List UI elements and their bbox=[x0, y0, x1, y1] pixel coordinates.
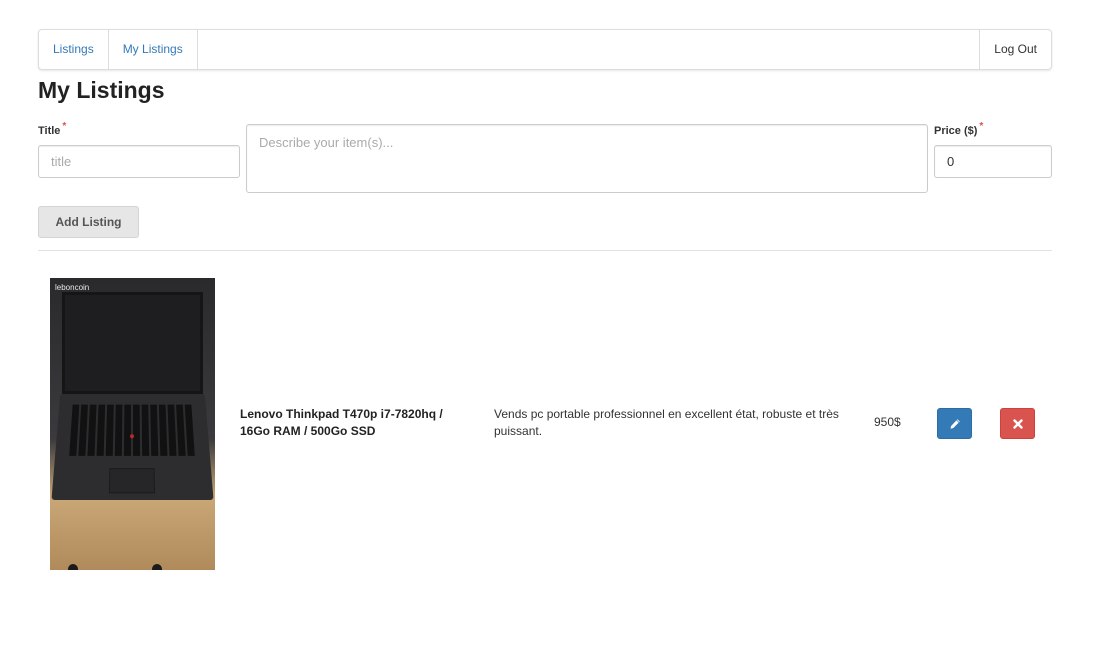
nav-link-my-listings[interactable]: My Listings bbox=[109, 30, 198, 69]
title-label: Title bbox=[38, 125, 61, 137]
price-input[interactable] bbox=[934, 145, 1052, 178]
edit-listing-button[interactable] bbox=[937, 408, 972, 439]
logout-link[interactable]: Log Out bbox=[979, 30, 1051, 69]
laptop-trackpad bbox=[108, 468, 156, 494]
close-icon bbox=[1012, 418, 1023, 429]
photo-watermark: leboncoin bbox=[55, 283, 90, 292]
price-label: Price ($) bbox=[934, 125, 978, 137]
title-input[interactable] bbox=[38, 145, 240, 178]
delete-listing-button[interactable] bbox=[1000, 408, 1035, 439]
price-label-wrapper: Price ($) * bbox=[934, 121, 983, 137]
laptop-base bbox=[51, 393, 214, 500]
description-textarea[interactable] bbox=[246, 124, 928, 193]
laptop-trackpoint bbox=[130, 434, 134, 439]
required-marker: * bbox=[62, 121, 67, 132]
laptop-screen bbox=[62, 292, 203, 394]
divider bbox=[38, 250, 1052, 251]
laptop-keyboard bbox=[69, 404, 196, 456]
nav-link-listings[interactable]: Listings bbox=[39, 30, 109, 69]
listing-description: Vends pc portable professionnel en excel… bbox=[494, 407, 839, 438]
title-label-wrapper: Title * bbox=[38, 121, 66, 137]
add-listing-button[interactable]: Add Listing bbox=[38, 206, 139, 238]
required-marker: * bbox=[979, 121, 984, 132]
page-title: My Listings bbox=[38, 77, 165, 103]
nav-links: Listings My Listings bbox=[39, 30, 198, 69]
navbar: Listings My Listings Log Out bbox=[38, 29, 1052, 70]
page-container: Listings My Listings Log Out My Listings… bbox=[38, 29, 1052, 570]
listing-photo: leboncoin bbox=[50, 278, 215, 570]
pencil-icon bbox=[950, 418, 960, 429]
photo-shoe bbox=[68, 564, 78, 570]
listing-price: 950$ bbox=[874, 415, 901, 429]
photo-shoe bbox=[152, 564, 162, 570]
listing-title: Lenovo Thinkpad T470p i7-7820hq / 16Go R… bbox=[240, 407, 443, 438]
